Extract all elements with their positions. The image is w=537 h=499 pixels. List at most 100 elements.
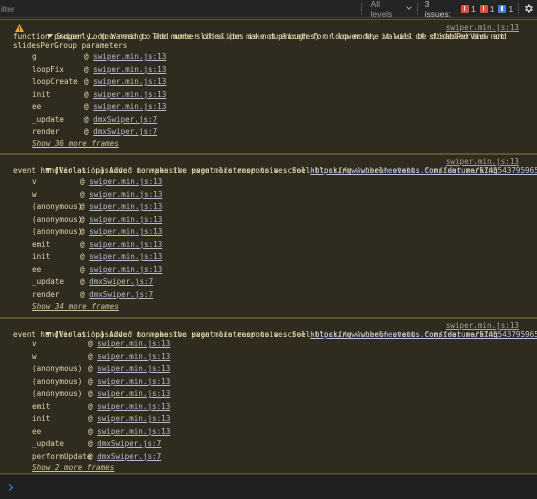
show-more-frames-link[interactable]: Show 36 more frames <box>32 139 119 148</box>
frame-function: ee <box>32 426 42 436</box>
stack-frame: v @ swiper.min.js:13 <box>32 177 163 186</box>
frame-function: v <box>32 177 37 186</box>
frame-source-link[interactable]: dmxSwiper.js:7 <box>89 277 153 286</box>
stack-frame: init @ swiper.min.js:13 <box>32 414 171 423</box>
frame-function: (anonymous) <box>32 389 83 398</box>
frame-source-link[interactable]: swiper.min.js:13 <box>89 177 162 186</box>
frame-source-link[interactable]: swiper.min.js:13 <box>97 364 170 373</box>
stack-frame: ee @ swiper.min.js:13 <box>32 102 167 111</box>
console-violation-message: [Violation] Added non-passive event list… <box>0 154 537 318</box>
frame-function: emit <box>32 239 51 249</box>
frame-source-link[interactable]: swiper.min.js:13 <box>97 339 170 348</box>
frame-source-link[interactable]: swiper.min.js:13 <box>89 227 162 236</box>
frame-function: _update <box>32 277 65 286</box>
frame-source-link[interactable]: swiper.min.js:13 <box>89 240 162 249</box>
issue-badge-error[interactable]: 1 <box>461 4 476 14</box>
console-warning-message: Swiper Loop Warning: The number of slide… <box>0 19 537 154</box>
stack-frame: emit @ swiper.min.js:13 <box>32 239 163 249</box>
frame-function: (anonymous) <box>32 376 83 386</box>
frame-source-link[interactable]: swiper.min.js:13 <box>89 252 162 261</box>
stack-frame: (anonymous)@ swiper.min.js:13 <box>32 214 163 224</box>
stack-frame: w @ swiper.min.js:13 <box>32 189 163 199</box>
stack-frame: init @ swiper.min.js:13 <box>32 252 163 261</box>
frame-source-link[interactable]: swiper.min.js:13 <box>93 52 166 61</box>
console-prompt-input[interactable] <box>0 474 537 499</box>
stack-frame: (anonymous)@ swiper.min.js:13 <box>32 389 171 398</box>
info-issue-icon <box>498 4 507 13</box>
issue-badge-warning[interactable]: 1 <box>479 4 494 14</box>
stack-frame: v @ swiper.min.js:13 <box>32 339 171 348</box>
stack-frame: loopCreate @ swiper.min.js:13 <box>32 77 167 86</box>
frame-source-link[interactable]: swiper.min.js:13 <box>89 202 162 211</box>
frame-source-link[interactable]: swiper.min.js:13 <box>97 389 170 398</box>
source-link[interactable]: swiper.min.js:13 <box>446 321 519 330</box>
stack-frame: w @ swiper.min.js:13 <box>32 351 171 361</box>
frame-source-link[interactable]: swiper.min.js:13 <box>89 190 162 199</box>
stack-frame: init @ swiper.min.js:13 <box>32 89 167 99</box>
frame-function: init <box>32 414 51 423</box>
log-levels-label: All levels <box>370 0 393 19</box>
frame-source-link[interactable]: swiper.min.js:13 <box>97 377 170 386</box>
chevron-down-icon <box>405 4 412 10</box>
frame-source-link[interactable]: swiper.min.js:13 <box>93 77 166 86</box>
frame-function: w <box>32 351 37 361</box>
frame-function: emit <box>32 401 51 411</box>
issue-badge-info[interactable]: 1 <box>498 4 513 14</box>
stack-frame: _update @ dmxSwiper.js:7 <box>32 114 158 124</box>
frame-source-link[interactable]: swiper.min.js:13 <box>93 65 166 74</box>
frame-source-link[interactable]: dmxSwiper.js:7 <box>89 290 153 299</box>
chromestatus-link[interactable]: https://www.chromestatus.com/feature/574… <box>310 330 537 339</box>
stack-frame: g @ swiper.min.js:13 <box>32 52 167 61</box>
frame-source-link[interactable]: swiper.min.js:13 <box>97 352 170 361</box>
message-text: event handler as 'passive' to make the p… <box>13 166 311 175</box>
frame-function: ee <box>32 264 42 274</box>
frame-function: (anonymous) <box>32 214 83 224</box>
frame-function: _update <box>32 439 65 448</box>
frame-function: (anonymous) <box>32 227 83 236</box>
frame-function: loopFix <box>32 64 65 74</box>
frame-source-link[interactable]: swiper.min.js:13 <box>93 90 166 99</box>
show-more-frames-link[interactable]: Show 34 more frames <box>32 302 119 311</box>
stack-frame: performUpdate@ dmxSwiper.js:7 <box>32 451 162 461</box>
frame-function: g <box>32 52 37 61</box>
warning-icon <box>15 24 24 32</box>
frame-function: init <box>32 89 51 99</box>
show-more-frames-link[interactable]: Show 2 more frames <box>32 463 114 472</box>
frame-source-link[interactable]: dmxSwiper.js:7 <box>97 439 161 448</box>
message-text: slidesPerGroup parameters <box>13 41 128 50</box>
issues-label: 3 issues: <box>424 0 452 19</box>
frame-source-link[interactable]: dmxSwiper.js:7 <box>93 115 157 124</box>
stack-frame: _update @ dmxSwiper.js:7 <box>32 277 154 286</box>
stack-frame: ee @ swiper.min.js:13 <box>32 264 163 274</box>
frame-function: performUpdate <box>32 451 92 461</box>
frame-function: loopCreate <box>32 77 78 86</box>
issue-count: 1 <box>508 3 514 14</box>
log-levels-dropdown[interactable]: All levels <box>362 0 417 19</box>
frame-source-link[interactable]: swiper.min.js:13 <box>97 414 170 423</box>
issues-counter[interactable]: 3 issues: 1 1 1 <box>418 0 519 19</box>
chromestatus-link[interactable]: https://www.chromestatus.com/feature/574… <box>310 166 537 175</box>
frame-source-link[interactable]: dmxSwiper.js:7 <box>97 452 161 461</box>
stack-frame: emit @ swiper.min.js:13 <box>32 401 171 411</box>
frame-function: (anonymous) <box>32 202 83 211</box>
source-link[interactable]: swiper.min.js:13 <box>446 23 519 32</box>
frame-source-link[interactable]: dmxSwiper.js:7 <box>93 127 157 136</box>
frame-source-link[interactable]: swiper.min.js:13 <box>89 215 162 224</box>
error-issue-icon <box>461 4 470 13</box>
stack-frame: (anonymous)@ swiper.min.js:13 <box>32 376 171 386</box>
source-link[interactable]: swiper.min.js:13 <box>446 157 519 166</box>
stack-frame: (anonymous)@ swiper.min.js:13 <box>32 364 171 373</box>
frame-source-link[interactable]: swiper.min.js:13 <box>89 265 162 274</box>
settings-button[interactable] <box>519 0 537 18</box>
frame-function: init <box>32 252 51 261</box>
filter-input[interactable]: ilter <box>0 0 361 18</box>
frame-function: render <box>32 289 60 299</box>
stack-frame: ee @ swiper.min.js:13 <box>32 426 171 436</box>
frame-source-link[interactable]: swiper.min.js:13 <box>97 402 170 411</box>
stack-frame: (anonymous)@ swiper.min.js:13 <box>32 227 163 236</box>
warning-issue-icon <box>479 4 488 13</box>
stack-frame: render @ dmxSwiper.js:7 <box>32 127 158 136</box>
message-text: function properly. You need to add more … <box>13 32 507 41</box>
frame-source-link[interactable]: swiper.min.js:13 <box>97 427 170 436</box>
frame-source-link[interactable]: swiper.min.js:13 <box>93 102 166 111</box>
